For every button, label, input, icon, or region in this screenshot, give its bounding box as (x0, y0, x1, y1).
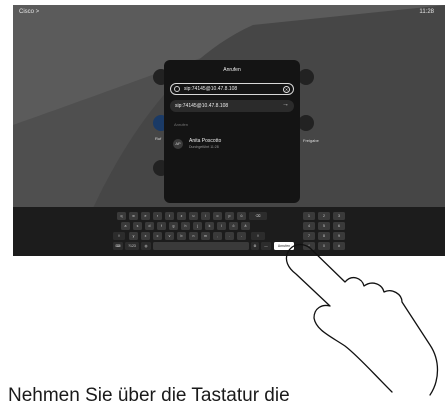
shift-icon[interactable]: ⇧ (251, 232, 265, 240)
key[interactable]: g (169, 222, 178, 230)
search-input-value[interactable]: sip:74145@10.47.8.108 (184, 86, 237, 92)
call-dialog: Anrufen sip:74145@10.47.8.108 ✕ sip:7414… (164, 60, 300, 203)
contact-name: Anita Poscotto (189, 138, 222, 144)
key[interactable]: c (153, 232, 162, 240)
background-label: Freigabe (303, 138, 319, 143)
key[interactable]: z (177, 212, 186, 220)
key[interactable]: f (157, 222, 166, 230)
breadcrumb[interactable]: Cisco > (19, 9, 39, 15)
key[interactable]: p (225, 212, 234, 220)
backspace-icon[interactable]: ⌫ (249, 212, 267, 220)
recents-heading: Anrufen (174, 122, 189, 127)
contact-subtitle: Durchgeführt 11:28 (189, 145, 219, 149)
background-label: Ruf (155, 136, 162, 141)
numpad-key[interactable]: 5 (318, 222, 330, 230)
avatar: AP (173, 139, 183, 149)
numpad-key[interactable]: 8 (318, 232, 330, 240)
numpad-key[interactable]: 2 (318, 212, 330, 220)
numpad-key[interactable]: 9 (333, 232, 345, 240)
numpad-key[interactable]: 3 (333, 212, 345, 220)
key[interactable]: , (213, 232, 222, 240)
key[interactable]: m (201, 232, 210, 240)
key[interactable]: n (189, 232, 198, 240)
keyboard-icon[interactable]: ⌨ (113, 242, 123, 250)
key[interactable]: i (201, 212, 210, 220)
call-button[interactable]: Anrufen (274, 242, 294, 250)
instruction-caption: Nehmen Sie über die Tastatur die (8, 385, 290, 406)
globe-icon[interactable]: ◍ (141, 242, 151, 250)
key[interactable]: l (217, 222, 226, 230)
key[interactable]: j (193, 222, 202, 230)
key[interactable]: x (141, 232, 150, 240)
device-screen: Cisco > 11:28 Ruf Freigabe Anrufen sip:7… (13, 5, 445, 256)
key[interactable]: y (129, 232, 138, 240)
key[interactable]: s (133, 222, 142, 230)
key[interactable]: ä (241, 222, 250, 230)
suggestion-row[interactable]: sip:74145@10.47.8.108 → (170, 100, 294, 112)
numpad-key[interactable]: 1 (303, 212, 315, 220)
mode-toggle-key[interactable]: ?123 (125, 242, 139, 250)
suggestion-text: sip:74145@10.47.8.108 (175, 103, 229, 109)
key[interactable]: e (141, 212, 150, 220)
key[interactable]: - (237, 232, 246, 240)
dash-key[interactable]: — (261, 242, 271, 250)
shift-icon[interactable]: ⇧ (113, 232, 125, 240)
key[interactable]: d (145, 222, 154, 230)
background-button (298, 115, 314, 131)
key[interactable]: k (205, 222, 214, 230)
clock: 11:28 (419, 9, 434, 15)
numpad-key[interactable]: 6 (333, 222, 345, 230)
key[interactable]: h (181, 222, 190, 230)
space-key[interactable] (153, 242, 249, 250)
arrow-right-icon: → (282, 101, 289, 108)
key[interactable]: v (165, 232, 174, 240)
search-icon (174, 86, 180, 92)
key[interactable]: . (225, 232, 234, 240)
key[interactable]: r (153, 212, 162, 220)
key[interactable]: t (165, 212, 174, 220)
dialog-title: Anrufen (223, 67, 241, 73)
key[interactable]: q (117, 212, 126, 220)
key[interactable]: w (129, 212, 138, 220)
background-button (298, 69, 314, 85)
key[interactable]: u (189, 212, 198, 220)
numpad-key[interactable]: 4 (303, 222, 315, 230)
numpad-key[interactable]: * (303, 242, 315, 250)
top-bar: Cisco > 11:28 (13, 5, 445, 21)
numpad-key[interactable]: 0 (318, 242, 330, 250)
numpad-key[interactable]: 7 (303, 232, 315, 240)
search-input[interactable]: sip:74145@10.47.8.108 ✕ (170, 83, 294, 95)
key[interactable]: a (121, 222, 130, 230)
key[interactable]: b (177, 232, 186, 240)
key[interactable]: ü (237, 212, 246, 220)
close-icon[interactable]: ✕ (283, 85, 290, 93)
settings-icon[interactable]: ⚙ (251, 242, 259, 250)
key[interactable]: o (213, 212, 222, 220)
recent-contact[interactable]: AP Anita Poscotto Durchgeführt 11:28 (172, 137, 292, 151)
on-screen-keyboard: q w e r t z u i o p ü ⌫ a s d f g h j k … (13, 207, 445, 256)
numpad-key[interactable]: # (333, 242, 345, 250)
key[interactable]: ö (229, 222, 238, 230)
